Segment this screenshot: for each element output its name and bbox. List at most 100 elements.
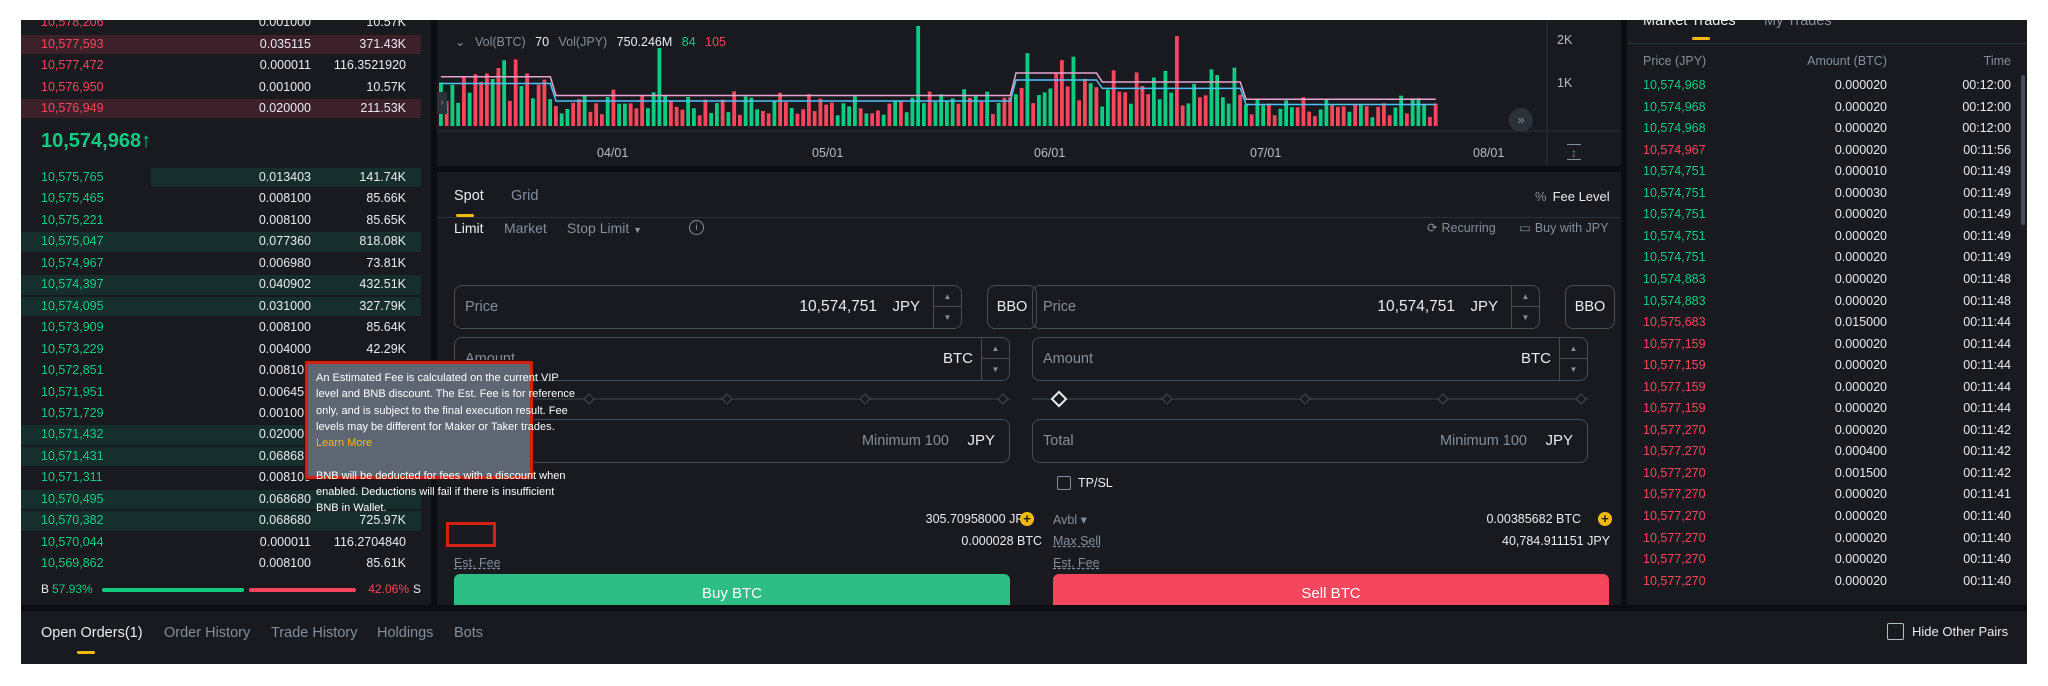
tab-holdings[interactable]: Holdings — [377, 625, 433, 641]
buy-price-field[interactable]: Price 10,574,751 JPY ▲ ▼ — [454, 285, 962, 329]
buy-amount-stepper[interactable]: ▲ ▼ — [981, 338, 1009, 380]
tab-trade-history[interactable]: Trade History — [271, 625, 357, 641]
scroll-to-latest-icon[interactable]: » — [1509, 108, 1533, 132]
slider-step-75[interactable] — [859, 393, 871, 405]
caret-down-icon[interactable]: ▼ — [1512, 307, 1539, 328]
sell-est-fee-link[interactable]: Est. Fee — [1053, 556, 1100, 570]
bid-row[interactable]: 10,574,397 0.040902 432.51K — [21, 274, 421, 295]
volume-bar — [876, 110, 880, 126]
volume-bar — [1019, 87, 1024, 126]
sell-price-stepper[interactable]: ▲ ▼ — [1511, 286, 1539, 328]
deposit-plus-icon[interactable]: + — [1598, 512, 1612, 526]
sell-btc-button[interactable]: Sell BTC — [1053, 574, 1609, 605]
trade-price: 10,574,751 — [1643, 228, 1706, 243]
tab-bots[interactable]: Bots — [454, 625, 483, 641]
last-price[interactable]: 10,574,968↑ — [41, 130, 151, 153]
buy-bbo-button[interactable]: BBO — [987, 285, 1037, 329]
trade-time: 00:11:44 — [1963, 379, 2011, 394]
sell-slider-handle[interactable] — [1050, 390, 1068, 408]
bid-row[interactable]: 10,575,221 0.008100 85.65K — [21, 210, 421, 231]
slider-step-100[interactable] — [1575, 393, 1587, 405]
slider-step-25[interactable] — [583, 393, 595, 405]
bid-row[interactable]: 10,569,862 0.008100 85.61K — [21, 553, 421, 574]
buy-btc-button[interactable]: Buy BTC — [454, 574, 1010, 605]
trade-row: 10,574,751 0.000020 00:11:49 — [1627, 226, 2027, 248]
slider-step-75[interactable] — [1437, 393, 1449, 405]
buy-with-jpy-button[interactable]: ▭ Buy with JPY — [1519, 220, 1608, 235]
volume-bar — [1134, 72, 1139, 126]
caret-up-icon[interactable]: ▲ — [934, 286, 961, 307]
caret-up-icon[interactable]: ▲ — [1560, 338, 1587, 359]
order-type-stop-limit[interactable]: Stop Limit ▼ — [567, 220, 642, 236]
slider-step-25[interactable] — [1161, 393, 1173, 405]
tab-spot[interactable]: Spot — [454, 188, 484, 204]
trading-app: 10,578,206 0.001000 10.57K 10,577,593 0.0351… — [21, 20, 2027, 664]
info-icon[interactable]: i — [689, 220, 704, 235]
bid-row[interactable]: 10,573,229 0.004000 42.29K — [21, 339, 421, 360]
trade-row: 10,574,751 0.000020 00:11:49 — [1627, 204, 2027, 226]
ask-row[interactable]: 10,576,949 0.020000 211.53K — [21, 98, 421, 119]
slider-step-50[interactable] — [721, 393, 733, 405]
sell-total-field[interactable]: Total Minimum 100 JPY — [1032, 419, 1588, 463]
sell-amount-field[interactable]: Amount BTC ▲ ▼ — [1032, 337, 1588, 381]
bid-row[interactable]: 10,570,044 0.000011 116.2704840 — [21, 532, 421, 553]
sell-price-label: Price — [1043, 299, 1077, 315]
fee-level-button[interactable]: % Fee Level — [1535, 189, 1610, 204]
trade-price: 10,577,159 — [1643, 401, 1706, 416]
orders-panel: Open Orders(1) Order History Trade Histo… — [21, 611, 2027, 664]
hide-other-pairs-checkbox[interactable] — [1887, 623, 1904, 640]
trade-time: 00:11:42 — [1963, 444, 2011, 459]
deposit-plus-icon[interactable]: + — [1020, 512, 1034, 526]
caret-down-icon[interactable]: ▼ — [982, 359, 1009, 380]
sell-price-input[interactable]: 10,574,751 — [1377, 298, 1455, 316]
scrollbar[interactable] — [2021, 75, 2025, 225]
sell-bbo-button[interactable]: BBO — [1565, 285, 1615, 329]
trade-time: 00:11:44 — [1963, 401, 2011, 416]
volume-legend: ⌄ Vol(BTC) 70 Vol(JPY) 750.246M 84 105 — [455, 34, 732, 49]
order-type-limit[interactable]: Limit — [454, 220, 484, 236]
tab-grid[interactable]: Grid — [511, 188, 538, 204]
tab-my-trades[interactable]: My Trades — [1764, 20, 1832, 29]
recurring-button[interactable]: ⟳ Recurring — [1427, 220, 1496, 235]
trade-price: 10,577,270 — [1643, 573, 1706, 588]
chart-scroll-left-icon[interactable]: › — [437, 92, 447, 114]
ask-row[interactable]: 10,576,950 0.001000 10.57K — [21, 77, 421, 98]
bid-row[interactable]: 10,573,909 0.008100 85.64K — [21, 317, 421, 338]
learn-more-link[interactable]: Learn More — [316, 437, 372, 449]
buy-price-stepper[interactable]: ▲ ▼ — [933, 286, 961, 328]
caret-down-icon[interactable]: ▼ — [1560, 359, 1587, 380]
slider-step-100[interactable] — [997, 393, 1009, 405]
trade-time: 00:11:42 — [1963, 465, 2011, 480]
bid-row[interactable]: 10,574,967 0.006980 73.81K — [21, 253, 421, 274]
bid-row[interactable]: 10,575,465 0.008100 85.66K — [21, 188, 421, 209]
ask-row[interactable]: 10,578,206 0.001000 10.57K — [21, 20, 421, 33]
order-type-market[interactable]: Market — [504, 220, 547, 236]
buy-est-fee-link[interactable]: Est. Fee — [454, 556, 501, 570]
tab-open-orders[interactable]: Open Orders(1) — [41, 625, 143, 641]
sell-price-field[interactable]: Price 10,574,751 JPY ▲ ▼ — [1032, 285, 1540, 329]
slider-step-50[interactable] — [1299, 393, 1311, 405]
bid-row[interactable]: 10,574,095 0.031000 327.79K — [21, 296, 421, 317]
sell-amount-stepper[interactable]: ▲ ▼ — [1559, 338, 1587, 380]
legend-vol-btc-value: 70 — [535, 35, 550, 49]
ask-row[interactable]: 10,577,472 0.000011 116.3521920 — [21, 55, 421, 76]
buy-price-input[interactable]: 10,574,751 — [799, 298, 877, 316]
trade-amount: 0.000020 — [1834, 358, 1887, 373]
bid-row[interactable]: 10,575,047 0.077360 818.08K — [21, 231, 421, 252]
chart-resize-icon[interactable]: ↕ — [1567, 144, 1581, 160]
chevron-down-icon[interactable]: ⌄ — [455, 35, 465, 49]
volume-bar — [1249, 114, 1254, 126]
ask-price: 10,578,206 — [41, 20, 104, 29]
caret-down-icon[interactable]: ▼ — [934, 307, 961, 328]
tab-market-trades[interactable]: Market Trades — [1643, 20, 1736, 29]
price-chart[interactable]: ⌄ Vol(BTC) 70 Vol(JPY) 750.246M 84 105 2… — [437, 20, 1621, 166]
ask-row[interactable]: 10,577,593 0.035115 371.43K — [21, 34, 421, 55]
tab-order-history[interactable]: Order History — [164, 625, 250, 641]
volume-bar — [1221, 97, 1225, 126]
tpsl-checkbox[interactable] — [1057, 476, 1071, 490]
bid-row[interactable]: 10,575,765 0.013403 141.74K — [21, 167, 421, 188]
caret-up-icon[interactable]: ▲ — [1512, 286, 1539, 307]
volume-bar — [1209, 69, 1214, 126]
sell-available-label[interactable]: Avbl ▾ — [1053, 512, 1087, 527]
caret-up-icon[interactable]: ▲ — [982, 338, 1009, 359]
